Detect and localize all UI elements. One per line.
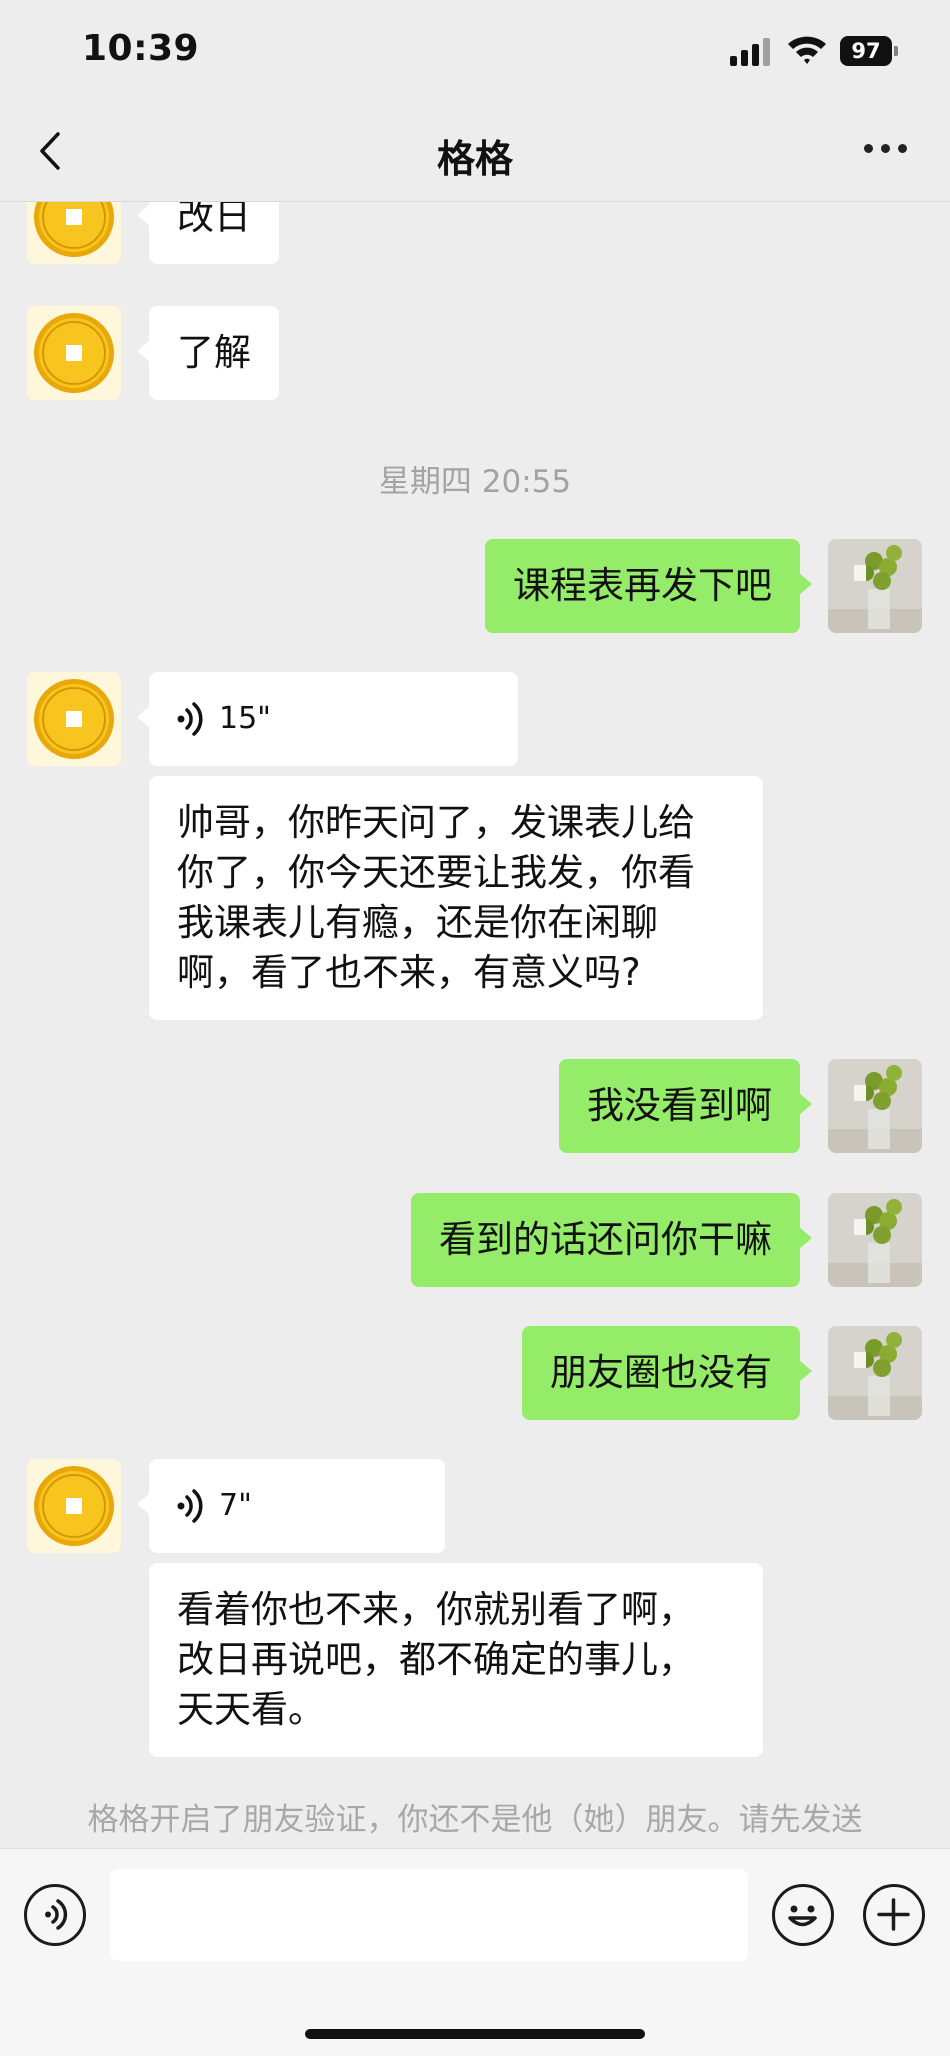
- wifi-icon: [786, 32, 828, 66]
- contact-avatar[interactable]: [27, 672, 121, 766]
- message-input[interactable]: [110, 1869, 748, 1961]
- status-time: 10:39: [82, 28, 200, 69]
- voice-mode-icon: [45, 1899, 68, 1930]
- system-notice: 格格开启了朋友验证，你还不是他（她）朋友。请先发送: [87, 1802, 863, 1838]
- message-bubble[interactable]: 看到的话还问你干嘛: [411, 1193, 812, 1287]
- contact-avatar[interactable]: [27, 202, 121, 264]
- message-bubble[interactable]: 我没看到啊: [559, 1059, 812, 1153]
- timestamp: 星期四 20:55: [378, 464, 572, 500]
- voice-message[interactable]: 15": [137, 672, 518, 766]
- battery-icon: 97: [840, 36, 898, 66]
- contact-avatar[interactable]: [27, 1459, 121, 1553]
- emoji-button[interactable]: [772, 1884, 834, 1946]
- voice-message[interactable]: 7": [137, 1459, 445, 1553]
- voice-wave-icon: [177, 1489, 203, 1523]
- message-bubble[interactable]: 课程表再发下吧: [485, 539, 812, 633]
- message-bubble[interactable]: 了解: [137, 306, 279, 400]
- message-bubble[interactable]: 帅哥，你昨天问了，发课表儿给 你了，你今天还要让我发，你看 我课表儿有瘾，还是你…: [149, 776, 763, 1020]
- emoji-icon: [788, 1905, 817, 1927]
- message-list[interactable]: 改日 了解 星期四 20:55 课程表再发下吧 15" 帅哥，你昨天问了，发课表…: [0, 202, 950, 1847]
- more-icon: [864, 144, 873, 153]
- battery-level: 97: [840, 36, 892, 66]
- more-button[interactable]: [864, 144, 908, 156]
- my-avatar[interactable]: [828, 1326, 922, 1420]
- my-avatar[interactable]: [828, 1193, 922, 1287]
- voice-duration: 15": [219, 701, 271, 736]
- my-avatar[interactable]: [828, 539, 922, 633]
- message-bubble[interactable]: 改日: [137, 202, 279, 264]
- chat-header: 格格: [0, 100, 950, 202]
- cellular-signal-icon: [730, 36, 770, 66]
- input-bar: [0, 1848, 950, 2056]
- plus-icon: [877, 1898, 910, 1931]
- my-avatar[interactable]: [828, 1059, 922, 1153]
- status-bar: 10:39 97: [0, 0, 950, 100]
- home-indicator: [305, 2029, 645, 2039]
- message-bubble[interactable]: 看着你也不来，你就别看了啊， 改日再说吧，都不确定的事儿， 天天看。: [149, 1563, 763, 1757]
- contact-avatar[interactable]: [27, 306, 121, 400]
- voice-wave-icon: [177, 702, 203, 736]
- more-functions-button[interactable]: [863, 1884, 925, 1946]
- voice-mode-button[interactable]: [24, 1884, 86, 1946]
- chat-title: 格格: [436, 137, 513, 181]
- voice-duration: 7": [219, 1488, 252, 1523]
- message-bubble[interactable]: 朋友圈也没有: [522, 1326, 812, 1420]
